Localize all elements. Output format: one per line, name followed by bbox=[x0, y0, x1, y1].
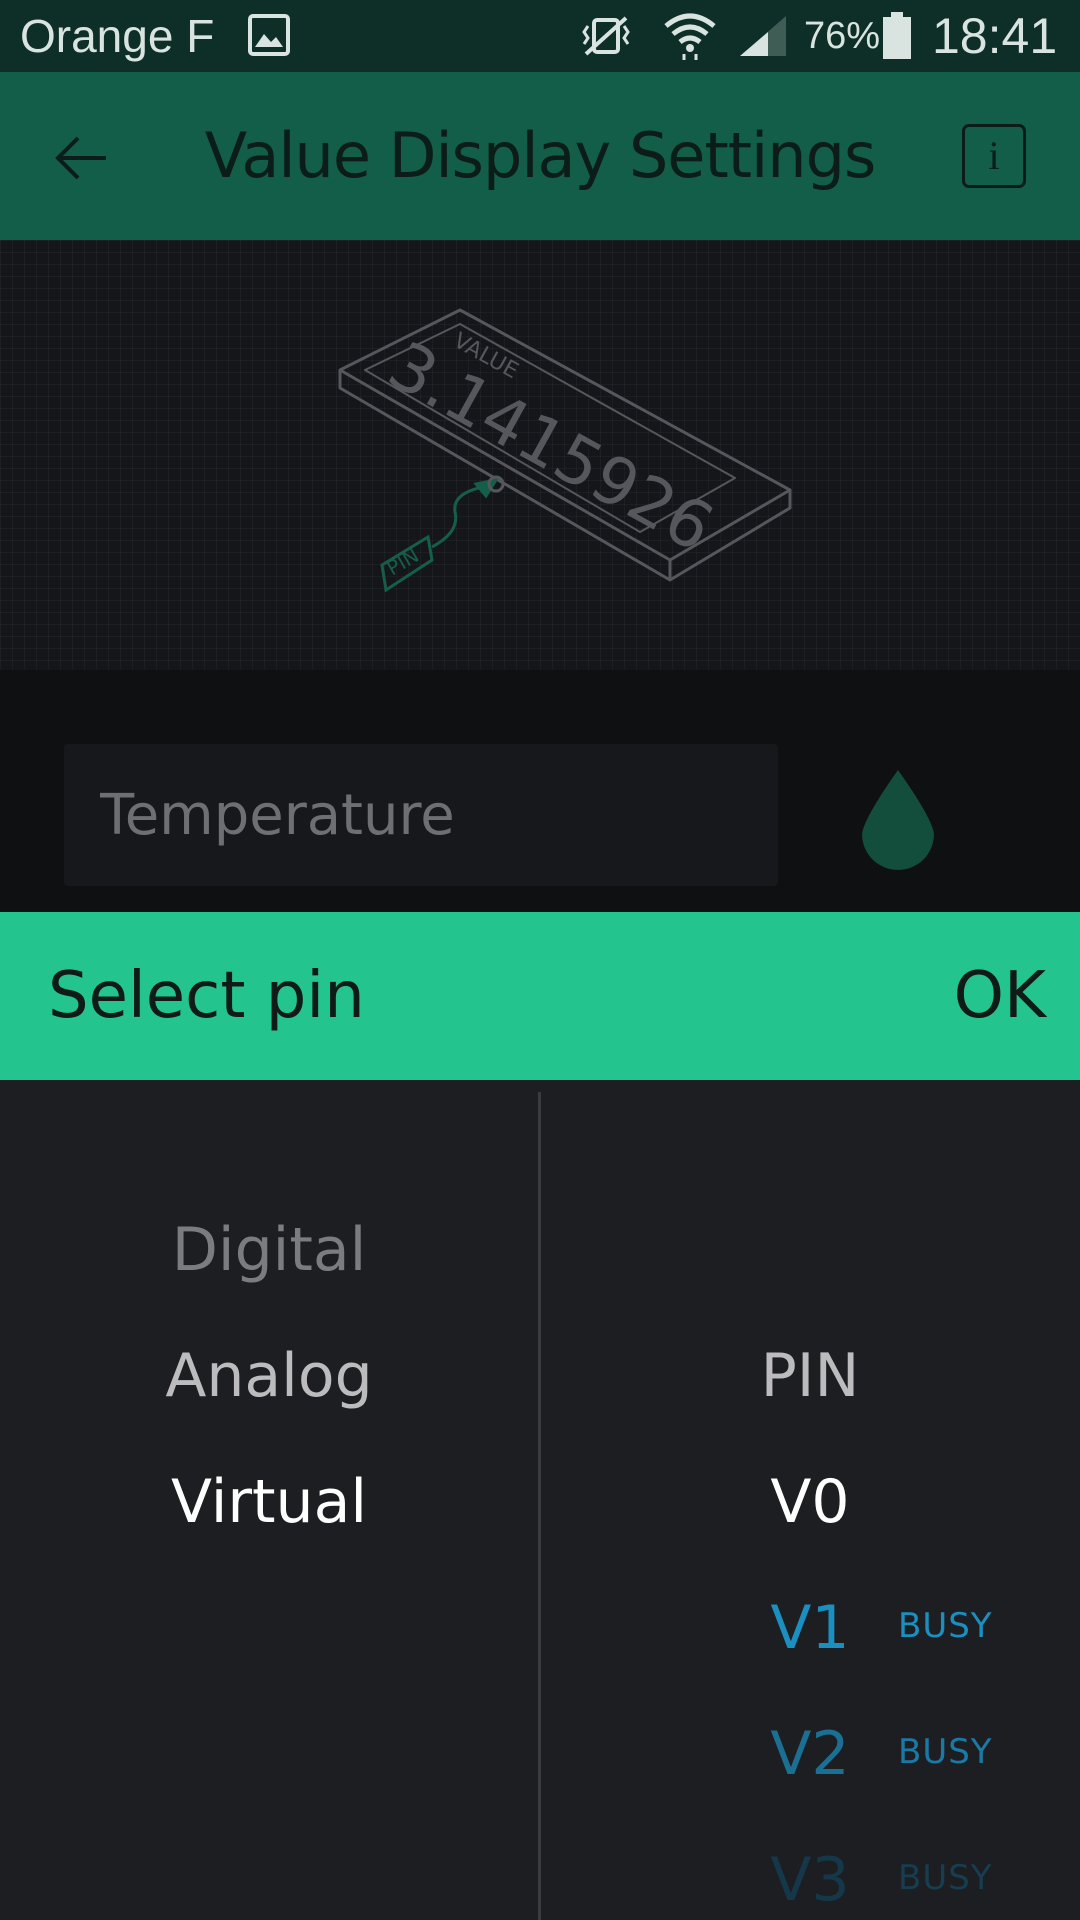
status-bar: Orange F 76% 18:41 bbox=[0, 0, 1080, 72]
signal-icon bbox=[740, 16, 786, 56]
value-display-illustration: VALUE 3.1415926 PIN bbox=[338, 308, 792, 593]
app-bar: Value Display Settings i bbox=[0, 72, 1080, 240]
pin-option-v3[interactable]: V3 bbox=[700, 1840, 920, 1920]
widget-name-input[interactable] bbox=[64, 744, 778, 886]
mute-vibrate-icon bbox=[582, 16, 630, 56]
busy-badge: BUSY bbox=[898, 1606, 993, 1646]
pin-type-digital[interactable]: Digital bbox=[0, 1210, 538, 1290]
page-title: Value Display Settings bbox=[204, 119, 877, 192]
color-picker-drop-icon[interactable] bbox=[856, 766, 940, 872]
carrier-name: Orange F bbox=[20, 10, 215, 62]
picker-divider bbox=[538, 1092, 541, 1920]
battery-icon bbox=[883, 12, 911, 59]
info-button[interactable]: i bbox=[962, 124, 1026, 188]
busy-badge: BUSY bbox=[898, 1732, 993, 1772]
pin-option-v1[interactable]: V1 bbox=[700, 1588, 920, 1668]
busy-badge: BUSY bbox=[898, 1858, 993, 1898]
select-pin-header: Select pin OK bbox=[0, 912, 1080, 1080]
pin-option-v2[interactable]: V2 bbox=[700, 1714, 920, 1794]
value-number: 3.1415926 bbox=[376, 327, 726, 567]
battery-percent: 76% bbox=[804, 15, 881, 57]
pin-picker: Digital Analog Virtual PIN V0 V1 BUSY V2… bbox=[0, 1080, 1080, 1920]
pin-type-virtual[interactable]: Virtual bbox=[0, 1462, 538, 1542]
pin-option-v0[interactable]: V0 bbox=[700, 1462, 920, 1542]
back-arrow-icon[interactable] bbox=[44, 118, 124, 198]
clock: 18:41 bbox=[932, 8, 1058, 64]
ok-button[interactable]: OK bbox=[954, 956, 1046, 1036]
select-pin-title: Select pin bbox=[48, 959, 365, 1033]
pin-caption: PIN bbox=[383, 543, 424, 580]
widget-preview: VALUE 3.1415926 PIN bbox=[0, 240, 1080, 670]
wifi-icon bbox=[664, 13, 716, 60]
pin-type-analog[interactable]: Analog bbox=[0, 1336, 538, 1416]
widget-settings bbox=[0, 670, 1080, 912]
gallery-icon bbox=[248, 14, 290, 56]
pin-option-pin[interactable]: PIN bbox=[700, 1336, 920, 1416]
